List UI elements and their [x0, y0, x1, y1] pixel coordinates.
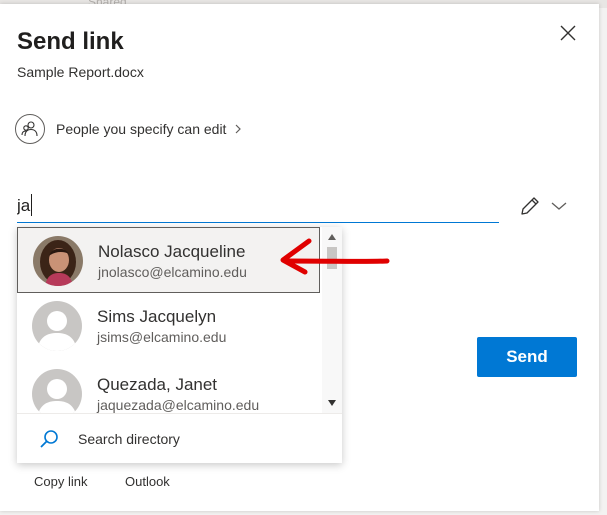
link-permission-dropdown[interactable]: [518, 192, 572, 220]
file-name: Sample Report.docx: [17, 64, 144, 80]
people-suggestions-dropdown: Nolasco Jacqueline jnolasco@elcamino.edu…: [17, 227, 342, 463]
suggestion-email: jsims@elcamino.edu: [97, 329, 227, 345]
chevron-right-icon: [234, 123, 242, 135]
triangle-down-icon: [328, 400, 336, 406]
suggestion-name: Quezada, Janet: [97, 375, 218, 394]
outlook-option[interactable]: Outlook: [125, 474, 170, 489]
suggestion-item-nolasco-jacqueline[interactable]: Nolasco Jacqueline jnolasco@elcamino.edu: [17, 227, 320, 293]
recipient-input[interactable]: [17, 190, 499, 223]
avatar-placeholder-icon: [32, 369, 82, 413]
suggestions-scrollbar[interactable]: [322, 227, 342, 413]
suggestions-list: Nolasco Jacqueline jnolasco@elcamino.edu…: [17, 227, 320, 413]
permission-label: People you specify can edit: [56, 121, 227, 137]
avatar: [33, 236, 83, 286]
scroll-up-button[interactable]: [322, 229, 342, 245]
suggestion-item-sims-jacquelyn[interactable]: Sims Jacquelyn jsims@elcamino.edu: [17, 293, 320, 359]
send-button[interactable]: Send: [477, 337, 577, 377]
text-cursor: [31, 194, 32, 216]
close-icon: [560, 25, 576, 41]
dialog-title: Send link: [17, 28, 124, 55]
triangle-up-icon: [328, 234, 336, 240]
suggestion-email: jaquezada@elcamino.edu: [97, 397, 260, 413]
people-settings-icon: [15, 114, 45, 144]
scroll-down-button[interactable]: [322, 395, 342, 411]
scrollbar-thumb[interactable]: [327, 247, 337, 269]
suggestion-name: Nolasco Jacqueline: [98, 242, 246, 261]
avatar-placeholder-icon: [32, 301, 82, 351]
search-directory-label: Search directory: [78, 430, 180, 447]
close-button[interactable]: [556, 21, 580, 45]
suggestion-email: jnolasco@elcamino.edu: [98, 264, 247, 280]
search-icon: [40, 429, 58, 448]
suggestion-item-quezada-janet[interactable]: Quezada, Janet jaquezada@elcamino.edu: [17, 361, 320, 413]
suggestion-name: Sims Jacquelyn: [97, 307, 217, 326]
chevron-down-icon: [551, 202, 567, 210]
search-directory-button[interactable]: Search directory: [17, 413, 342, 463]
permission-settings-button[interactable]: People you specify can edit: [15, 112, 242, 146]
copy-link-option[interactable]: Copy link: [34, 474, 87, 489]
pencil-icon: [521, 197, 539, 215]
